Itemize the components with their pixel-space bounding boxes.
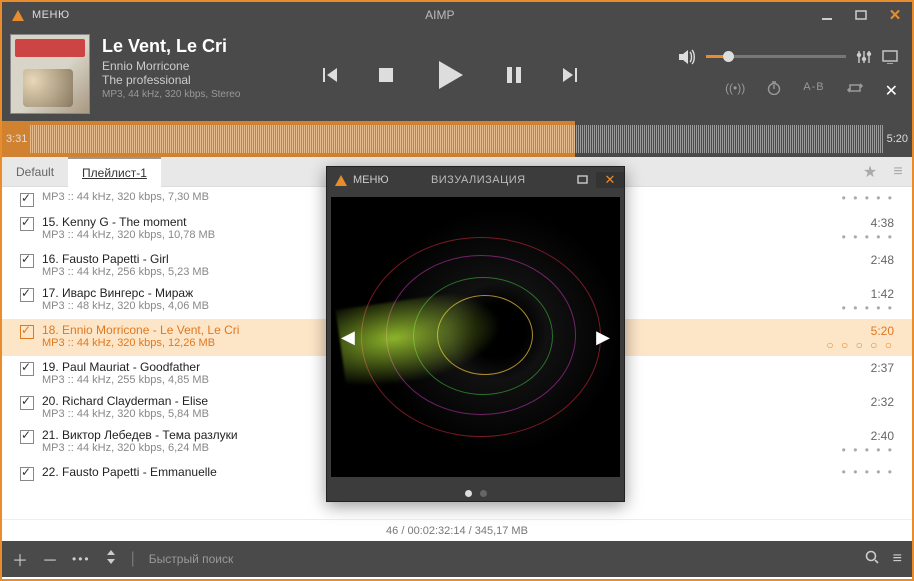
more-icon[interactable]: ••• xyxy=(72,552,91,566)
shuffle-icon[interactable]: ✕ xyxy=(885,81,898,101)
track-rating-dots[interactable]: • • • • • xyxy=(842,191,894,205)
track-rating-dots[interactable]: • • • • • xyxy=(842,465,894,479)
viz-menu-button[interactable]: МЕНЮ xyxy=(353,174,389,186)
track-checkbox[interactable] xyxy=(20,430,34,444)
track-checkbox[interactable] xyxy=(20,325,34,339)
volume-slider[interactable] xyxy=(706,55,846,58)
viz-dot[interactable] xyxy=(465,490,472,497)
menu-button[interactable]: МЕНЮ xyxy=(32,9,70,21)
track-rating-dots[interactable]: ○ ○ ○ ○ ○ xyxy=(826,338,894,352)
player-header: Le Vent, Le Cri Ennio Morricone The prof… xyxy=(2,28,912,121)
minimize-button[interactable] xyxy=(810,2,844,28)
search-icon[interactable] xyxy=(865,550,879,569)
right-controls: ((•)) A-B ✕ xyxy=(632,28,912,121)
track-checkbox[interactable] xyxy=(20,362,34,376)
viz-logo-icon xyxy=(335,175,347,186)
next-button[interactable] xyxy=(561,65,581,85)
track-duration: 4:38 xyxy=(842,215,894,230)
viz-titlebar: МЕНЮ ВИЗУАЛИЗАЦИЯ ✕ xyxy=(327,167,624,193)
sort-icon[interactable] xyxy=(105,550,117,569)
play-button[interactable] xyxy=(433,58,467,92)
viz-close-button[interactable]: ✕ xyxy=(596,172,624,188)
prev-button[interactable] xyxy=(319,65,339,85)
display-icon[interactable] xyxy=(882,50,898,64)
favorite-icon[interactable]: ★ xyxy=(856,162,884,182)
track-rating-dots[interactable]: • • • • • xyxy=(842,230,894,244)
track-checkbox[interactable] xyxy=(20,217,34,231)
waveform[interactable]: 3:31 5:20 xyxy=(2,121,912,157)
ab-repeat-button[interactable]: A-B xyxy=(803,81,824,101)
viz-dot[interactable] xyxy=(480,490,487,497)
track-checkbox[interactable] xyxy=(20,254,34,268)
viz-canvas: ◀ ▶ xyxy=(331,197,620,477)
viz-page-dots[interactable] xyxy=(327,481,624,505)
track-artist: Ennio Morricone xyxy=(102,59,264,73)
time-total: 5:20 xyxy=(887,133,908,145)
track-duration: 5:20 xyxy=(826,323,894,338)
track-duration: 1:42 xyxy=(842,286,894,301)
footer-menu-icon[interactable]: ≡ xyxy=(893,550,902,568)
app-logo-icon xyxy=(12,10,24,21)
track-duration: 2:32 xyxy=(871,394,894,409)
playlist-menu-icon[interactable]: ≡ xyxy=(884,163,912,181)
album-art[interactable] xyxy=(10,34,90,114)
status-bar: 46 / 00:02:32:14 / 345,17 MB xyxy=(2,519,912,541)
timer-icon[interactable] xyxy=(767,81,781,101)
track-duration: 2:37 xyxy=(871,360,894,375)
radio-icon[interactable]: ((•)) xyxy=(725,81,745,101)
equalizer-icon[interactable] xyxy=(856,50,872,64)
track-rating-dots[interactable]: • • • • • xyxy=(842,443,894,457)
viz-next-icon[interactable]: ▶ xyxy=(596,327,610,348)
viz-maximize-button[interactable] xyxy=(568,173,596,188)
tab-playlist-1[interactable]: Плейлист-1 xyxy=(68,157,161,187)
tab-default[interactable]: Default xyxy=(2,157,68,187)
track-format: MP3, 44 kHz, 320 kbps, Stereo xyxy=(102,89,264,100)
pause-button[interactable] xyxy=(505,65,523,85)
remove-button[interactable]: － xyxy=(42,547,58,571)
track-duration: 2:40 xyxy=(842,428,894,443)
footer: ＋ － ••• | ≡ xyxy=(2,541,912,577)
repeat-icon[interactable] xyxy=(847,81,863,101)
track-title: Le Vent, Le Cri xyxy=(102,36,264,57)
track-rating-dots[interactable]: • • • • • xyxy=(842,301,894,315)
track-checkbox[interactable] xyxy=(20,396,34,410)
viz-prev-icon[interactable]: ◀ xyxy=(341,327,355,348)
track-duration: 2:48 xyxy=(871,252,894,267)
track-checkbox[interactable] xyxy=(20,193,34,207)
add-button[interactable]: ＋ xyxy=(12,547,28,571)
close-button[interactable]: ✕ xyxy=(878,2,912,28)
visualization-window[interactable]: МЕНЮ ВИЗУАЛИЗАЦИЯ ✕ ◀ ▶ xyxy=(326,166,625,502)
titlebar: МЕНЮ AIMP ✕ xyxy=(2,2,912,28)
maximize-button[interactable] xyxy=(844,2,878,28)
time-elapsed: 3:31 xyxy=(6,133,27,145)
search-input[interactable] xyxy=(149,552,851,566)
stop-button[interactable] xyxy=(377,66,395,84)
track-checkbox[interactable] xyxy=(20,288,34,302)
track-checkbox[interactable] xyxy=(20,467,34,481)
app-title: AIMP xyxy=(70,8,810,22)
track-info: Le Vent, Le Cri Ennio Morricone The prof… xyxy=(98,28,268,121)
transport-controls xyxy=(268,28,632,121)
track-album: The professional xyxy=(102,73,264,87)
viz-title: ВИЗУАЛИЗАЦИЯ xyxy=(389,174,568,186)
volume-icon[interactable] xyxy=(678,49,696,65)
